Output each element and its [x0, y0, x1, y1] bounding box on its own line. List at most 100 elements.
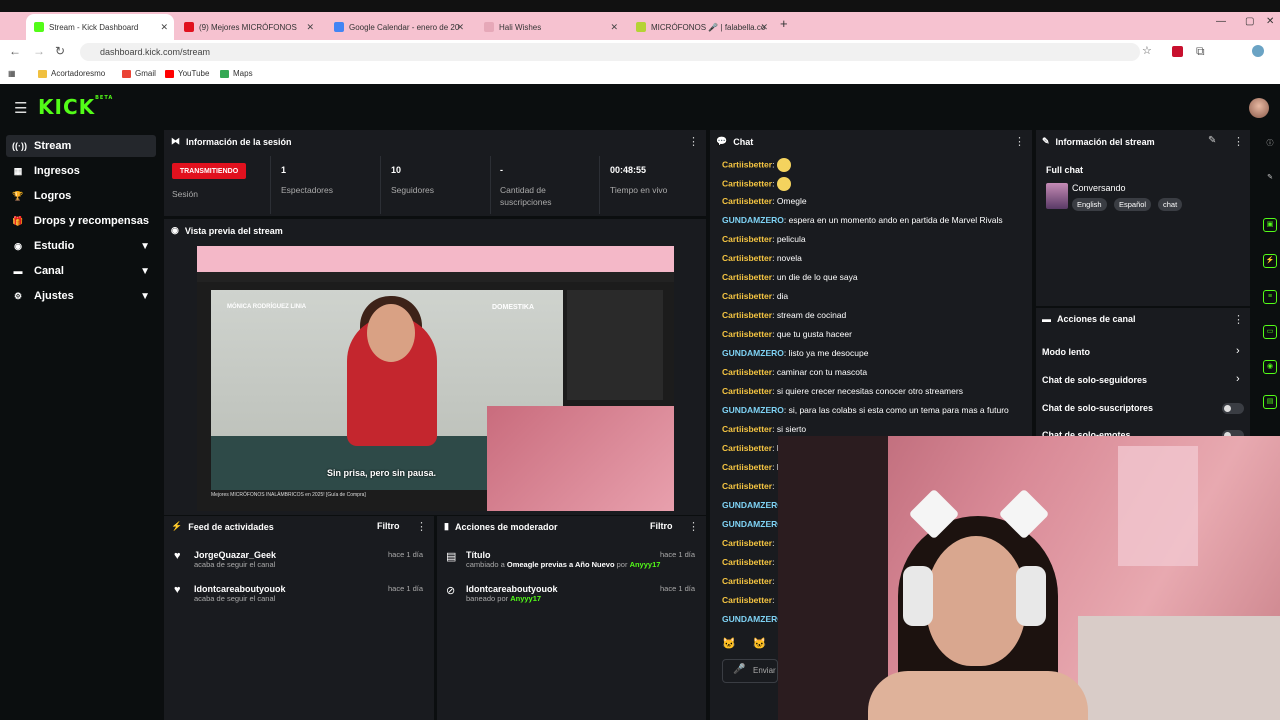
chevron-right-icon[interactable]: › [1236, 373, 1240, 385]
bookmark-maps[interactable]: Maps [220, 69, 253, 78]
reload-icon[interactable]: ↻ [55, 44, 65, 58]
followers-only-item[interactable]: Chat de solo-seguidores [1042, 375, 1147, 385]
session-label: Sesión [172, 189, 198, 199]
sidebar-item-estudio[interactable]: ◉ Estudio ▼ [6, 235, 156, 257]
sidebar-item-ajustes[interactable]: ⚙ Ajustes ▼ [6, 285, 156, 307]
microphone-icon[interactable]: 🎤 [733, 664, 745, 675]
webcam-bed [1078, 616, 1280, 720]
tab-youtube[interactable]: (9) Mejores MICRÓFONOS ✕ [176, 14, 320, 40]
chat-text: si sierto [776, 424, 807, 434]
chat-username[interactable]: Cartiisbetter [722, 310, 772, 320]
chevron-right-icon[interactable]: › [1236, 345, 1240, 357]
chat-username[interactable]: Cartiisbetter [722, 196, 772, 206]
chat-username[interactable]: Cartiisbetter [722, 481, 772, 491]
bookmark-star-icon[interactable]: ☆ [1142, 44, 1152, 57]
activity-kebab-icon[interactable]: ⋮ [416, 520, 427, 533]
hamburger-menu-icon[interactable]: ☰ [14, 99, 27, 117]
stream-preview-video[interactable]: MÓNICA RODRÍGUEZ LINIA DOMESTIKA Sin pri… [197, 246, 674, 511]
channel-actions-kebab-icon[interactable]: ⋮ [1233, 313, 1244, 326]
chat-username[interactable]: Cartiisbetter [722, 538, 772, 548]
close-tab-icon[interactable]: ✕ [160, 22, 168, 33]
close-tab-icon[interactable]: ✕ [610, 22, 618, 33]
sidebar-item-stream[interactable]: ((·)) Stream [6, 135, 156, 157]
sidebar-item-logros[interactable]: 🏆 Logros [6, 185, 156, 207]
chat-username[interactable]: GUNDAMZERO [722, 500, 778, 510]
chat-username[interactable]: Cartiisbetter [722, 253, 772, 263]
chat-username[interactable]: Cartiisbetter [722, 576, 772, 586]
chat-username[interactable]: Cartiisbetter [722, 272, 772, 282]
chat-username[interactable]: Cartiisbetter [722, 291, 772, 301]
moderator-kebab-icon[interactable]: ⋮ [688, 520, 699, 533]
tab-active-kick[interactable]: Stream - Kick Dashboard ✕ [26, 14, 174, 40]
close-window-icon[interactable]: ✕ [1266, 16, 1274, 27]
close-tab-icon[interactable]: ✕ [456, 22, 464, 33]
tab-google-calendar[interactable]: Google Calendar - enero de 20 ✕ [326, 14, 470, 40]
chat-username[interactable]: Cartiisbetter [722, 557, 772, 567]
slow-mode-item[interactable]: Modo lento [1042, 347, 1090, 357]
broadcast-icon[interactable]: ◉ [1263, 360, 1277, 374]
chat-message: Cartiisbetter: si sierto [722, 424, 1022, 434]
sidebar-item-canal[interactable]: ▬ Canal ▼ [6, 260, 156, 282]
chat-username[interactable]: Cartiisbetter [722, 424, 772, 434]
close-tab-icon[interactable]: ✕ [306, 22, 314, 33]
tab-hali-wishes[interactable]: Hali Wishes ✕ [476, 14, 624, 40]
sidebar-item-ingresos[interactable]: ▦ Ingresos [6, 160, 156, 182]
chat-message: GUNDAMZERO: si, para las colabs si esta … [722, 405, 1022, 415]
chat-icon[interactable]: ▭ [1263, 325, 1277, 339]
cat-emote-icon[interactable]: 🐱 [722, 638, 736, 650]
chat-send-input[interactable]: Enviar [722, 659, 778, 683]
chat-username[interactable]: GUNDAMZERO [722, 405, 784, 415]
chat-username[interactable]: Cartiisbetter [722, 386, 772, 396]
edit-icon[interactable]: ✎ [1208, 135, 1216, 146]
bookmark-youtube[interactable]: YouTube [165, 69, 209, 78]
stream-info-kebab-icon[interactable]: ⋮ [1233, 135, 1244, 148]
moderator-actions-title: ▮ Acciones de moderador [444, 521, 558, 532]
chat-username[interactable]: GUNDAMZERO [722, 614, 778, 624]
list-icon[interactable]: ≡ [1263, 290, 1277, 304]
moderator-filter-button[interactable]: Filtro [650, 521, 673, 531]
user-avatar[interactable] [1249, 98, 1269, 118]
chat-username[interactable]: GUNDAMZERO [722, 348, 784, 358]
tab-falabella[interactable]: MICRÓFONOS 🎤 | falabella.co ✕ [628, 14, 774, 40]
bookmark-gmail[interactable]: Gmail [122, 69, 156, 78]
live-time-value: 00:48:55 [610, 165, 647, 175]
preview-caption: Sin prisa, pero sin pausa. [327, 468, 437, 478]
chat-username[interactable]: GUNDAMZERO [722, 215, 784, 225]
folder-icon [38, 69, 47, 78]
info-icon[interactable]: ⓘ [1263, 138, 1277, 152]
apps-grid-icon[interactable]: ▦ [8, 69, 16, 78]
session-kebab-icon[interactable]: ⋮ [688, 135, 699, 148]
pencil-icon[interactable]: ✎ [1263, 172, 1277, 186]
chat-kebab-icon[interactable]: ⋮ [1014, 135, 1025, 148]
cat-emote-icon[interactable]: 🐱 [753, 638, 767, 650]
minimize-icon[interactable]: — [1216, 16, 1226, 27]
url-input[interactable]: dashboard.kick.com/stream [80, 43, 1140, 61]
bolt-icon[interactable]: ⚡ [1263, 254, 1277, 268]
channel-actions-title: ▬ Acciones de canal [1042, 314, 1136, 324]
bookmark-acortadores[interactable]: Acortadoresmo [38, 69, 105, 78]
panel-icon[interactable]: ▤ [1263, 395, 1277, 409]
chat-username[interactable]: Cartiisbetter [722, 367, 772, 377]
chat-username[interactable]: Cartiisbetter [722, 595, 772, 605]
sidebar-item-drops[interactable]: 🎁 Drops y recompensas [6, 210, 156, 232]
kick-logo[interactable]: KICKBETA [38, 95, 113, 119]
chat-username[interactable]: Cartiisbetter [722, 329, 772, 339]
chat-username[interactable]: Cartiisbetter [722, 178, 772, 188]
chat-username[interactable]: Cartiisbetter [722, 234, 772, 244]
chat-username[interactable]: GUNDAMZERO [722, 519, 778, 529]
extensions-puzzle-icon[interactable]: ⧉ [1196, 44, 1205, 59]
chat-message: Cartiisbetter: caminar con tu mascota [722, 367, 1022, 377]
forward-icon[interactable]: → [33, 44, 45, 58]
maximize-icon[interactable]: ▢ [1245, 16, 1254, 27]
profile-icon[interactable] [1252, 45, 1264, 57]
chat-username[interactable]: Cartiisbetter [722, 443, 772, 453]
screen-icon[interactable]: ▣ [1263, 218, 1277, 232]
new-tab-button[interactable]: + [780, 16, 788, 31]
subscribers-only-toggle[interactable] [1222, 403, 1244, 414]
extension-icon[interactable] [1172, 46, 1183, 57]
chat-username[interactable]: Cartiisbetter [722, 462, 772, 472]
chat-username[interactable]: Cartiisbetter [722, 159, 772, 169]
activity-filter-button[interactable]: Filtro [377, 521, 400, 531]
close-tab-icon[interactable]: ✕ [760, 22, 768, 33]
back-icon[interactable]: ← [9, 44, 21, 58]
